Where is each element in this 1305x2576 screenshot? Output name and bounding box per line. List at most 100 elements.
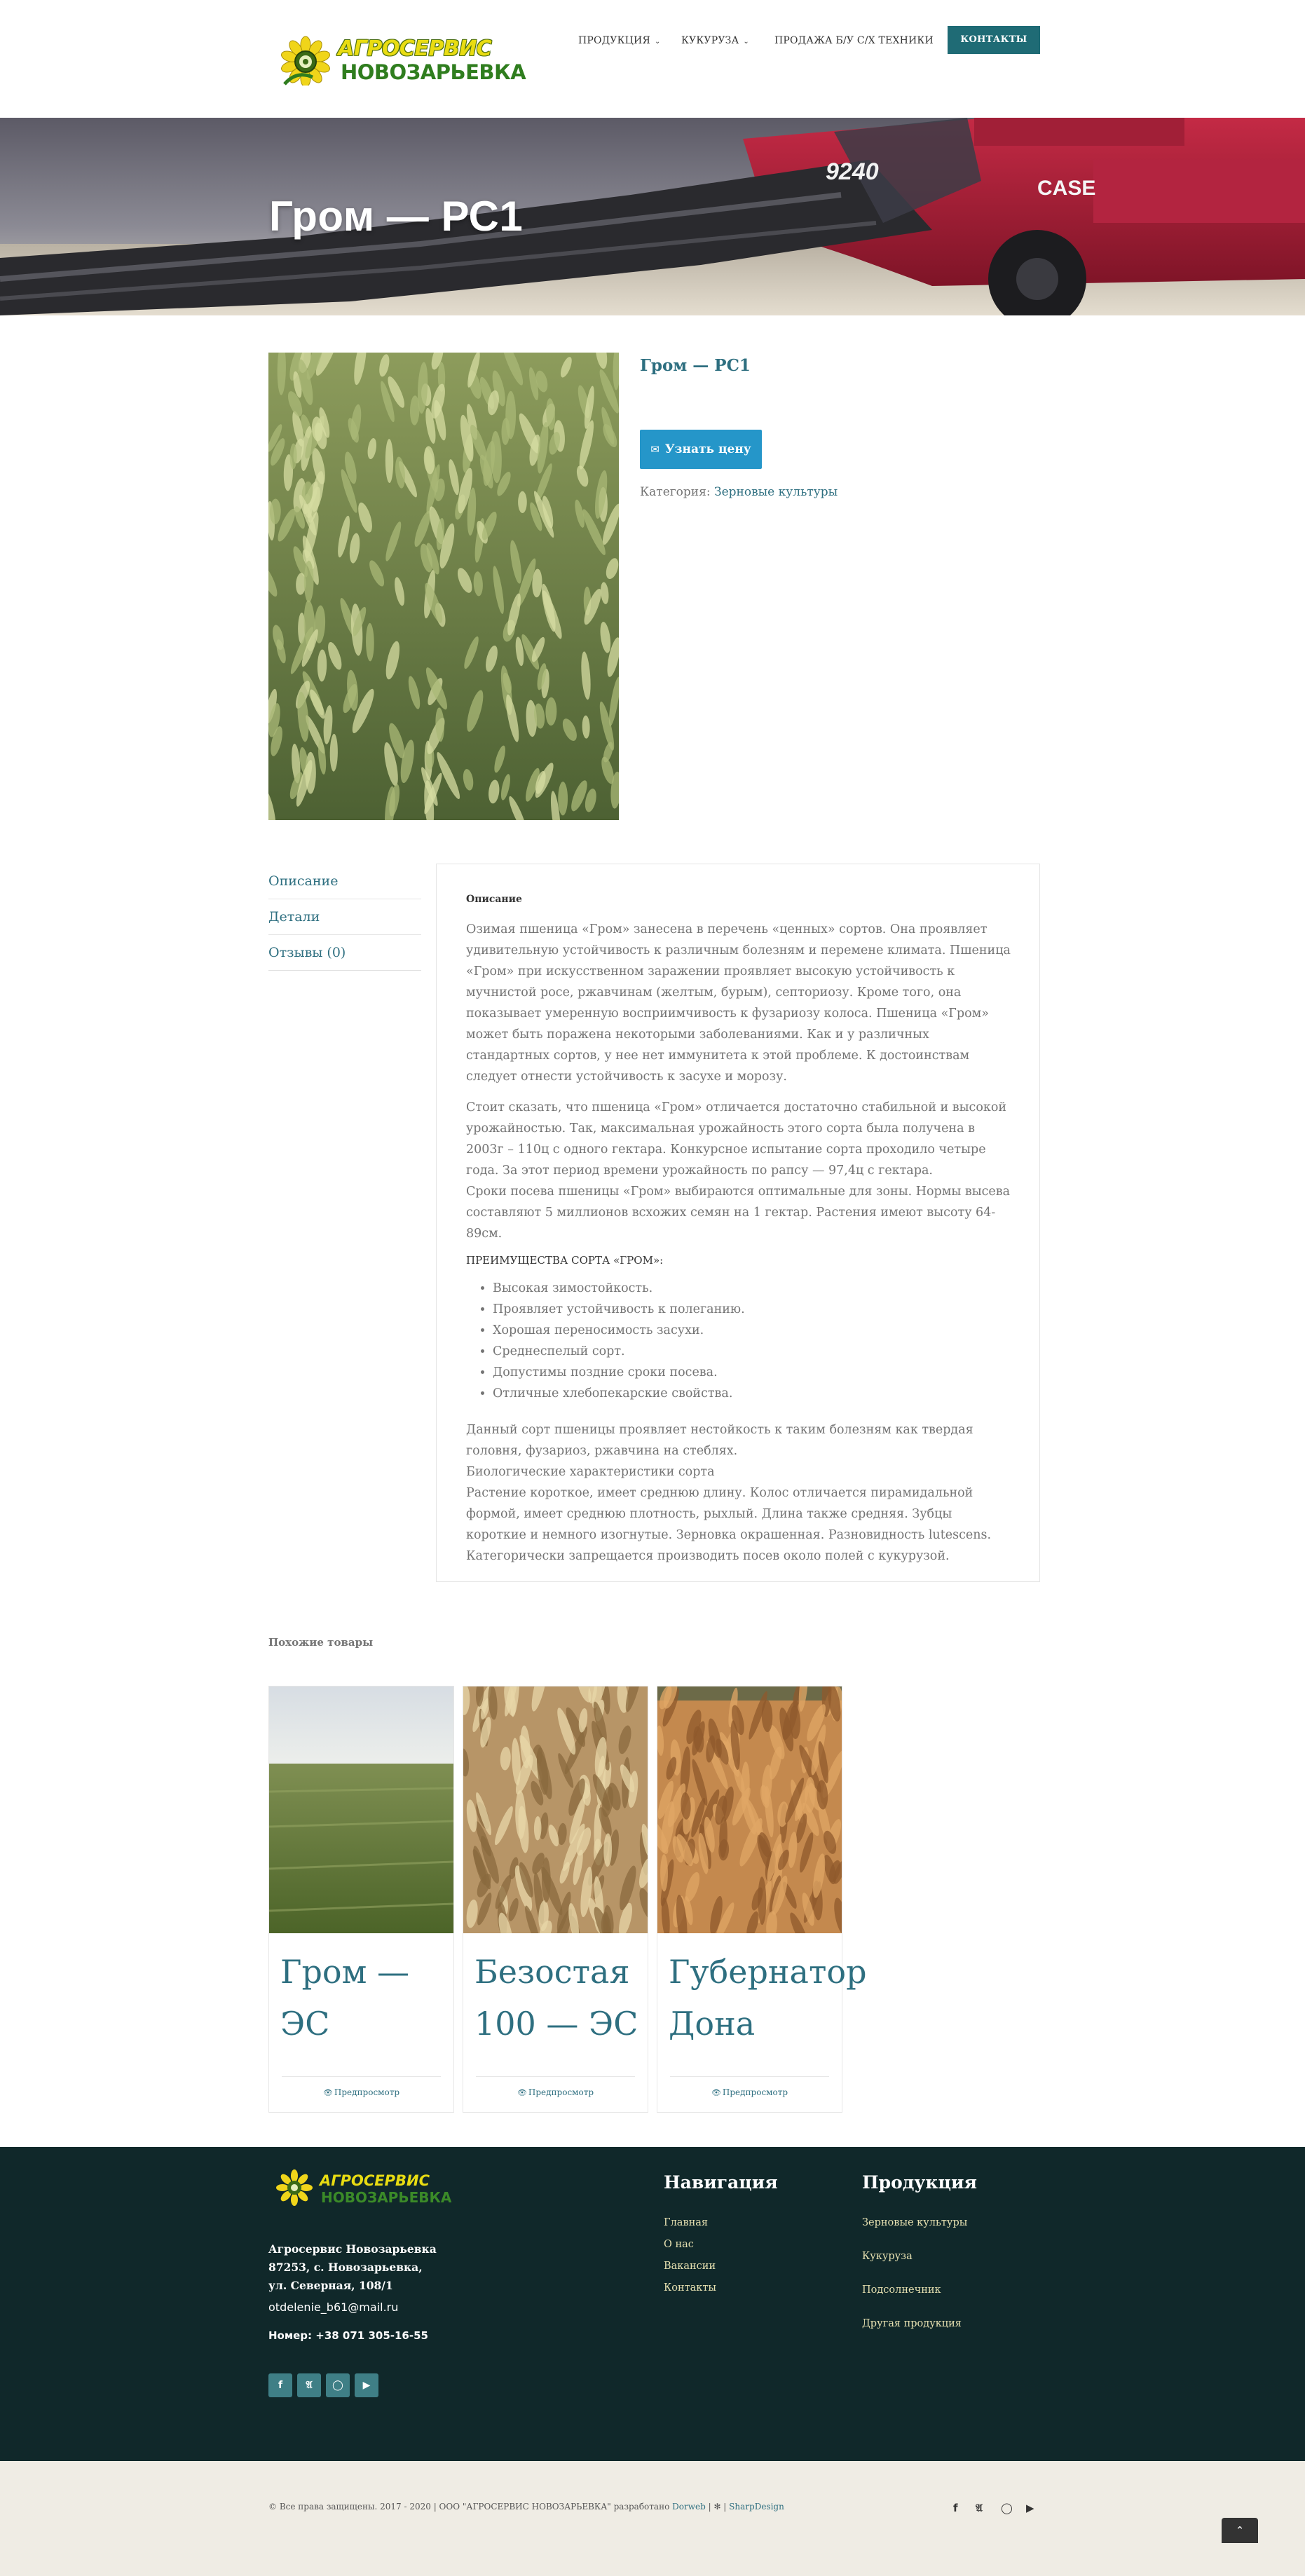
tab-description[interactable]: Описание (268, 864, 421, 899)
instagram-icon[interactable]: ◯ (326, 2373, 350, 2397)
footer-logo-line-2: НОВОЗАРЬЕВКА (321, 2189, 452, 2206)
tab-reviews[interactable]: Отзывы (0) (268, 935, 421, 971)
footer-nav-link[interactable]: Вакансии (664, 2261, 716, 2272)
footer-nav-link[interactable]: Контакты (664, 2282, 716, 2294)
eye-icon: 👁 (322, 2088, 333, 2097)
eye-icon: 👁 (711, 2088, 721, 2097)
site-logo[interactable]: АГРОСЕРВИС НОВОЗАРЬЕВКА (279, 32, 526, 87)
description-paragraph: Биологические характеристики сорта (466, 1465, 715, 1479)
hero-machine-brand: CASE (1037, 177, 1095, 200)
related-product-image[interactable] (269, 1686, 453, 1933)
instagram-icon[interactable]: ◯ (1001, 2502, 1013, 2514)
preview-link[interactable]: 👁 Предпросмотр (269, 2087, 453, 2097)
site-header: АГРОСЕРВИС НОВОЗАРЬЕВКА ПРОДУКЦИЯ ⌄ КУКУР… (0, 0, 1305, 118)
phone-label: Номер: (268, 2329, 313, 2342)
footer-products-title: Продукция (862, 2172, 977, 2193)
description-paragraph: Данный сорт пшеницы проявляет нестойкост… (466, 1423, 973, 1458)
product-image[interactable] (268, 353, 619, 820)
description-paragraph: Растение короткое, имеет среднюю длину. … (466, 1486, 992, 1563)
facebook-icon[interactable]: f (953, 2502, 958, 2514)
related-product-title[interactable]: Гром — ЭС (280, 1946, 449, 2050)
hero-machine-model: 9240 (826, 158, 879, 185)
hero-combine-image: 9240 CASE (0, 118, 1305, 315)
nav-item-products[interactable]: ПРОДУКЦИЯ ⌄ (578, 35, 661, 46)
nav-item-used-machinery[interactable]: ПРОДАЖА Б/У С/Х ТЕХНИКИ (774, 35, 934, 46)
product-category: Категория: Зерновые культуры (640, 485, 838, 499)
nav-item-label: КУКУРУЗА (681, 35, 739, 46)
copyright-statement: © Все права защищены. 2017 - 2020 | ООО … (268, 2502, 670, 2512)
description-paragraph: Сроки посева пшеницы «Гром» выбираются о… (466, 1185, 1011, 1241)
preview-link[interactable]: 👁 Предпросмотр (657, 2087, 842, 2097)
sunflower-logo-icon (281, 36, 330, 86)
get-price-button[interactable]: ✉ Узнать цену (640, 430, 762, 469)
youtube-icon[interactable]: ▶ (355, 2373, 378, 2397)
list-item: Хорошая переносимость засухи. (493, 1320, 1011, 1341)
logo-line-1: АГРОСЕРВИС (338, 36, 492, 61)
sunflower-logo-icon (276, 2169, 313, 2206)
facebook-icon[interactable]: f (268, 2373, 292, 2397)
related-product-card[interactable]: Безостая 100 — ЭС 👁 Предпросмотр (463, 1686, 648, 2113)
related-product-title[interactable]: Безостая 100 — ЭС (474, 1946, 643, 2050)
copyright-text: © Все права защищены. 2017 - 2020 | ООО … (268, 2502, 784, 2512)
footer-email[interactable]: otdelenie_b61@mail.ru (268, 2301, 398, 2314)
related-product-card[interactable]: Губернатор Дона 👁 Предпросмотр (657, 1686, 867, 2113)
list-item: Среднеспелый сорт. (493, 1341, 1011, 1362)
preview-label: Предпросмотр (334, 2087, 400, 2097)
footer-logo[interactable]: АГРОСЕРВИС НОВОЗАРЬЕВКА (275, 2168, 451, 2207)
page-title: Гром — РС1 (269, 193, 524, 240)
footer-product-link[interactable]: Кукуруза (862, 2251, 913, 2262)
footer-address: Агросервис Новозарьевка 87253, с. Новоза… (268, 2242, 437, 2292)
related-product-image[interactable] (463, 1686, 648, 1933)
nav-item-corn[interactable]: КУКУРУЗА ⌄ (681, 35, 749, 46)
advantages-list: Высокая зимостойкость. Проявляет устойчи… (493, 1278, 1011, 1404)
preview-link[interactable]: 👁 Предпросмотр (463, 2087, 648, 2097)
description-panel: Описание Озимая пшеница «Гром» занесена … (436, 864, 1040, 1582)
chevron-up-icon: ⌃ (1235, 2524, 1245, 2537)
footer-product-link[interactable]: Зерновые культуры (862, 2217, 967, 2228)
envelope-icon: ✉ (650, 443, 660, 456)
divider (670, 2076, 829, 2077)
nav-item-label: ПРОДАЖА Б/У С/Х ТЕХНИКИ (774, 35, 934, 46)
footer-nav-link[interactable]: О нас (664, 2239, 694, 2250)
twitter-icon[interactable]: 𝔄 (976, 2502, 983, 2514)
description-paragraph: Стоит сказать, что пшеница «Гром» отлича… (466, 1100, 1007, 1178)
preview-label: Предпросмотр (722, 2087, 788, 2097)
designer-link[interactable]: SharpDesign (729, 2502, 784, 2512)
list-item: Высокая зимостойкость. (493, 1278, 1011, 1299)
chevron-down-icon: ⌄ (654, 38, 661, 46)
category-link[interactable]: Зерновые культуры (714, 485, 838, 499)
back-to-top-button[interactable]: ⌃ (1222, 2518, 1258, 2543)
page-title-banner: 9240 CASE Гром — РС1 (0, 118, 1305, 315)
twitter-icon[interactable]: 𝔄 (297, 2373, 321, 2397)
product-title: Гром — РС1 (640, 356, 751, 375)
site-footer: АГРОСЕРВИС НОВОЗАРЬЕВКА Агросервис Новоз… (0, 2147, 1305, 2461)
product-tabs: Описание Детали Отзывы (0) (268, 864, 421, 971)
preview-label: Предпросмотр (528, 2087, 594, 2097)
divider (282, 2076, 441, 2077)
footer-product-link[interactable]: Другая продукция (862, 2318, 962, 2329)
related-product-card[interactable]: Гром — ЭС 👁 Предпросмотр (268, 1686, 454, 2113)
list-item: Допустимы поздние сроки посева. (493, 1362, 1011, 1383)
developer-link[interactable]: Dorweb (672, 2502, 706, 2512)
logo-line-2: НОВОЗАРЬЕВКА (341, 60, 526, 84)
category-label: Категория: (640, 485, 711, 499)
advantages-heading: ПРЕИМУЩЕСТВА СОРТА «ГРОМ»: (466, 1254, 664, 1267)
chevron-down-icon: ⌄ (743, 38, 749, 46)
related-product-title[interactable]: Губернатор Дона (669, 1946, 867, 2050)
footer-logo-line-1: АГРОСЕРВИС (320, 2172, 430, 2189)
divider (476, 2076, 635, 2077)
youtube-icon[interactable]: ▶ (1026, 2502, 1034, 2514)
copyright-bar: © Все права защищены. 2017 - 2020 | ООО … (0, 2461, 1305, 2576)
footer-nav-link[interactable]: Главная (664, 2217, 708, 2228)
contact-button[interactable]: КОНТАКТЫ (948, 26, 1040, 54)
related-product-image[interactable] (657, 1686, 842, 1933)
tab-details[interactable]: Детали (268, 899, 421, 935)
get-price-label: Узнать цену (664, 442, 751, 456)
eye-icon: 👁 (517, 2088, 527, 2097)
wheat-photo (268, 353, 619, 820)
copyright-separator: | ✻ | (705, 2502, 730, 2512)
phone-number: +38 071 305-16-55 (315, 2329, 428, 2342)
description-heading: Описание (466, 894, 522, 905)
related-products-heading: Похожие товары (268, 1636, 374, 1649)
footer-product-link[interactable]: Подсолнечник (862, 2284, 941, 2296)
